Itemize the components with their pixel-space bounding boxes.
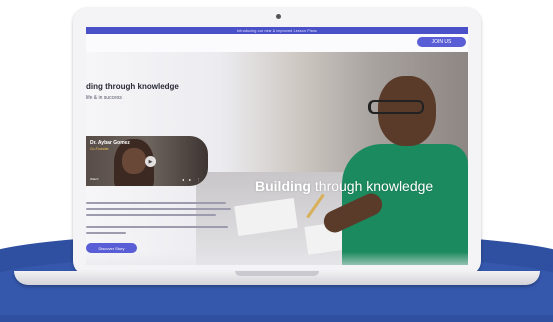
body-text-line bbox=[86, 226, 228, 228]
hero-section: ding through knowledge life & in success… bbox=[86, 52, 468, 265]
play-icon[interactable]: ▶ bbox=[145, 156, 156, 167]
discover-story-button[interactable]: Discover Story bbox=[86, 243, 137, 253]
hero-title-bold: Building bbox=[255, 178, 311, 194]
video-label: Watch bbox=[90, 177, 99, 181]
hero-title: Building through knowledge bbox=[255, 178, 433, 194]
video-speaker-face bbox=[122, 148, 146, 174]
webcam-icon bbox=[276, 14, 281, 19]
site-header: JOIN US bbox=[86, 34, 468, 52]
video-controls[interactable]: ◂ ▸ ⋮ bbox=[182, 177, 202, 182]
video-speaker-role: Co-Founder bbox=[90, 147, 109, 151]
website-screen: Introducing our new & improved Lesson Pl… bbox=[86, 27, 468, 265]
body-text-line bbox=[86, 232, 126, 234]
hero-headline: ding through knowledge bbox=[86, 82, 179, 91]
laptop-base-notch bbox=[235, 271, 319, 276]
body-text-line bbox=[86, 208, 231, 210]
announcement-bar[interactable]: Introducing our new & improved Lesson Pl… bbox=[86, 27, 468, 34]
hero-shade bbox=[86, 252, 468, 265]
announcement-text: Introducing our new & improved Lesson Pl… bbox=[236, 28, 317, 33]
hero-title-rest: through knowledge bbox=[311, 178, 434, 194]
body-text-line bbox=[86, 202, 226, 204]
join-us-button[interactable]: JOIN US bbox=[417, 37, 466, 47]
hero-subheadline: life & in success bbox=[86, 95, 122, 101]
video-speaker-name: Dr. Aybar Gomez bbox=[90, 140, 130, 146]
hero-photo-glasses bbox=[368, 100, 424, 114]
video-player[interactable]: Dr. Aybar Gomez Co-Founder ▶ Watch ◂ ▸ ⋮ bbox=[86, 136, 208, 186]
body-text-line bbox=[86, 214, 216, 216]
